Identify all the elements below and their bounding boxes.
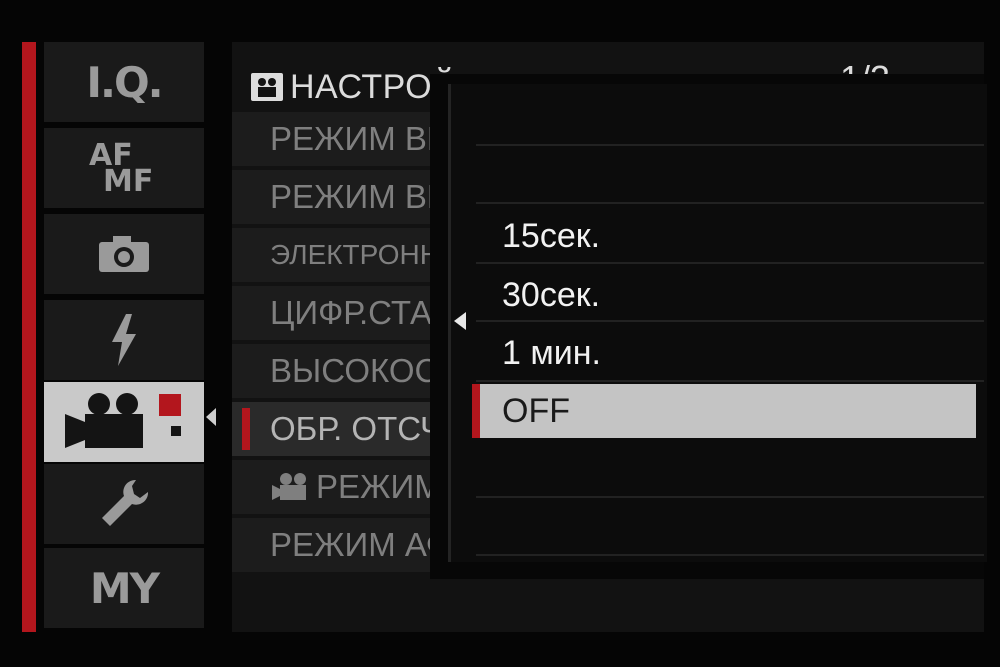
sidebar-item-movie[interactable] bbox=[44, 382, 204, 462]
movie-camera-icon bbox=[65, 393, 181, 448]
popup-back-arrow-icon[interactable] bbox=[454, 312, 466, 330]
option-30-sec[interactable]: 30сек. bbox=[472, 268, 976, 322]
camera-icon bbox=[99, 236, 149, 272]
wrench-icon bbox=[102, 479, 149, 526]
popup-separator bbox=[476, 202, 984, 204]
sidebar-item-shooting[interactable] bbox=[44, 214, 204, 294]
movie-settings-icon bbox=[251, 73, 283, 101]
popup-separator bbox=[476, 144, 984, 146]
popup-separator bbox=[476, 380, 984, 382]
sidebar-item-my-menu[interactable]: MY bbox=[44, 548, 204, 628]
sidebar-item-af-mf[interactable]: AF MF bbox=[44, 128, 204, 208]
sidebar-item-flash[interactable] bbox=[44, 300, 204, 380]
popup-separator bbox=[476, 496, 984, 498]
movie-camera-small-icon bbox=[272, 473, 306, 500]
popup-separator bbox=[476, 554, 984, 556]
iq-text-icon: I.Q. bbox=[86, 57, 163, 107]
category-accent-bar bbox=[22, 42, 36, 632]
my-menu-icon: MY bbox=[89, 563, 160, 613]
sidebar-item-iq[interactable]: I.Q. bbox=[44, 42, 204, 122]
option-15-sec[interactable]: 15сек. bbox=[472, 209, 976, 263]
menu-row-movie-mode-label: РЕЖИМ bbox=[316, 468, 442, 505]
option-popup-list bbox=[448, 84, 987, 562]
af-mf-icon: AF MF bbox=[89, 138, 154, 199]
flash-icon bbox=[112, 314, 136, 366]
option-off[interactable]: OFF bbox=[472, 384, 976, 438]
sidebar-item-setup[interactable] bbox=[44, 464, 204, 544]
option-1-min[interactable]: 1 мин. bbox=[472, 326, 976, 380]
sidebar-selection-arrow-icon bbox=[206, 408, 216, 426]
category-sidebar: I.Q. AF MF MY bbox=[44, 42, 204, 632]
camera-menu-screen: I.Q. AF MF MY НАСТРОЙКИ РЕЖИМ РЕЖИМ ЭЛЕК… bbox=[0, 0, 1000, 667]
